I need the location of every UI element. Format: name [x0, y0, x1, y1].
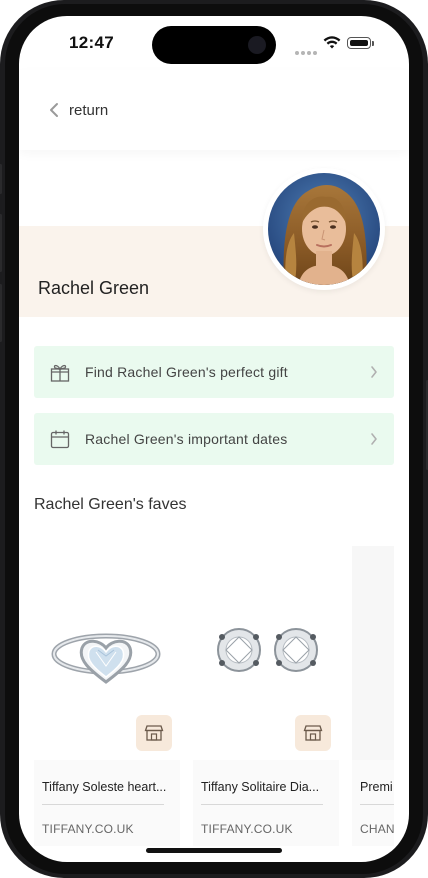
home-indicator[interactable] [146, 848, 282, 853]
gift-icon [50, 364, 70, 382]
product-store: CHAN [360, 822, 394, 836]
product-store: TIFFANY.CO.UK [201, 822, 293, 836]
back-label: return [69, 101, 109, 119]
status-time: 12:47 [69, 33, 114, 52]
phone-frame: 12:47 return Rachel Green Find Rachel Gr… [0, 0, 428, 878]
chevron-left-icon [50, 103, 58, 117]
find-perfect-gift-row[interactable]: Find Rachel Green's perfect gift [34, 346, 394, 398]
navigation-bar: return [19, 70, 409, 150]
chevron-right-icon [371, 366, 377, 378]
app-screen: 12:47 return Rachel Green Find Rachel Gr… [19, 16, 409, 862]
product-name: Premi [360, 780, 393, 794]
volume-down-button [0, 284, 2, 342]
product-card[interactable]: Premi CHAN [352, 546, 394, 846]
profile-name: Rachel Green [38, 278, 150, 298]
product-card[interactable]: Tiffany Soleste heart... TIFFANY.CO.UK [34, 546, 180, 846]
important-dates-row[interactable]: Rachel Green's important dates [34, 413, 394, 465]
product-store: TIFFANY.CO.UK [42, 822, 134, 836]
product-name: Tiffany Solitaire Dia... [201, 780, 320, 794]
store-icon [144, 725, 164, 741]
status-bar: 12:47 [19, 16, 409, 70]
important-dates-label: Rachel Green's important dates [85, 431, 288, 447]
status-indicators [295, 36, 375, 55]
faves-carousel[interactable]: Tiffany Soleste heart... TIFFANY.CO.UK T… [34, 546, 394, 846]
volume-up-button [0, 214, 2, 272]
profile-photo [268, 173, 380, 285]
front-camera [248, 36, 266, 54]
shop-button[interactable] [136, 715, 172, 751]
faves-section-title: Rachel Green's faves [34, 496, 187, 513]
product-name: Tiffany Soleste heart... [42, 780, 167, 794]
battery-icon [347, 37, 374, 49]
product-image [352, 546, 394, 760]
find-perfect-gift-label: Find Rachel Green's perfect gift [85, 364, 288, 380]
card-divider [42, 804, 164, 805]
shop-button[interactable] [295, 715, 331, 751]
back-button[interactable]: return [49, 98, 108, 122]
card-divider [201, 804, 323, 805]
dynamic-island [152, 26, 276, 64]
store-icon [303, 725, 323, 741]
calendar-icon [50, 430, 70, 449]
cellular-signal-icon [295, 42, 319, 60]
wifi-icon [323, 36, 341, 49]
chevron-right-icon [371, 433, 377, 445]
silent-switch [0, 164, 2, 194]
avatar [263, 168, 385, 290]
card-divider [360, 804, 394, 805]
product-card[interactable]: Tiffany Solitaire Dia... TIFFANY.CO.UK [193, 546, 339, 846]
